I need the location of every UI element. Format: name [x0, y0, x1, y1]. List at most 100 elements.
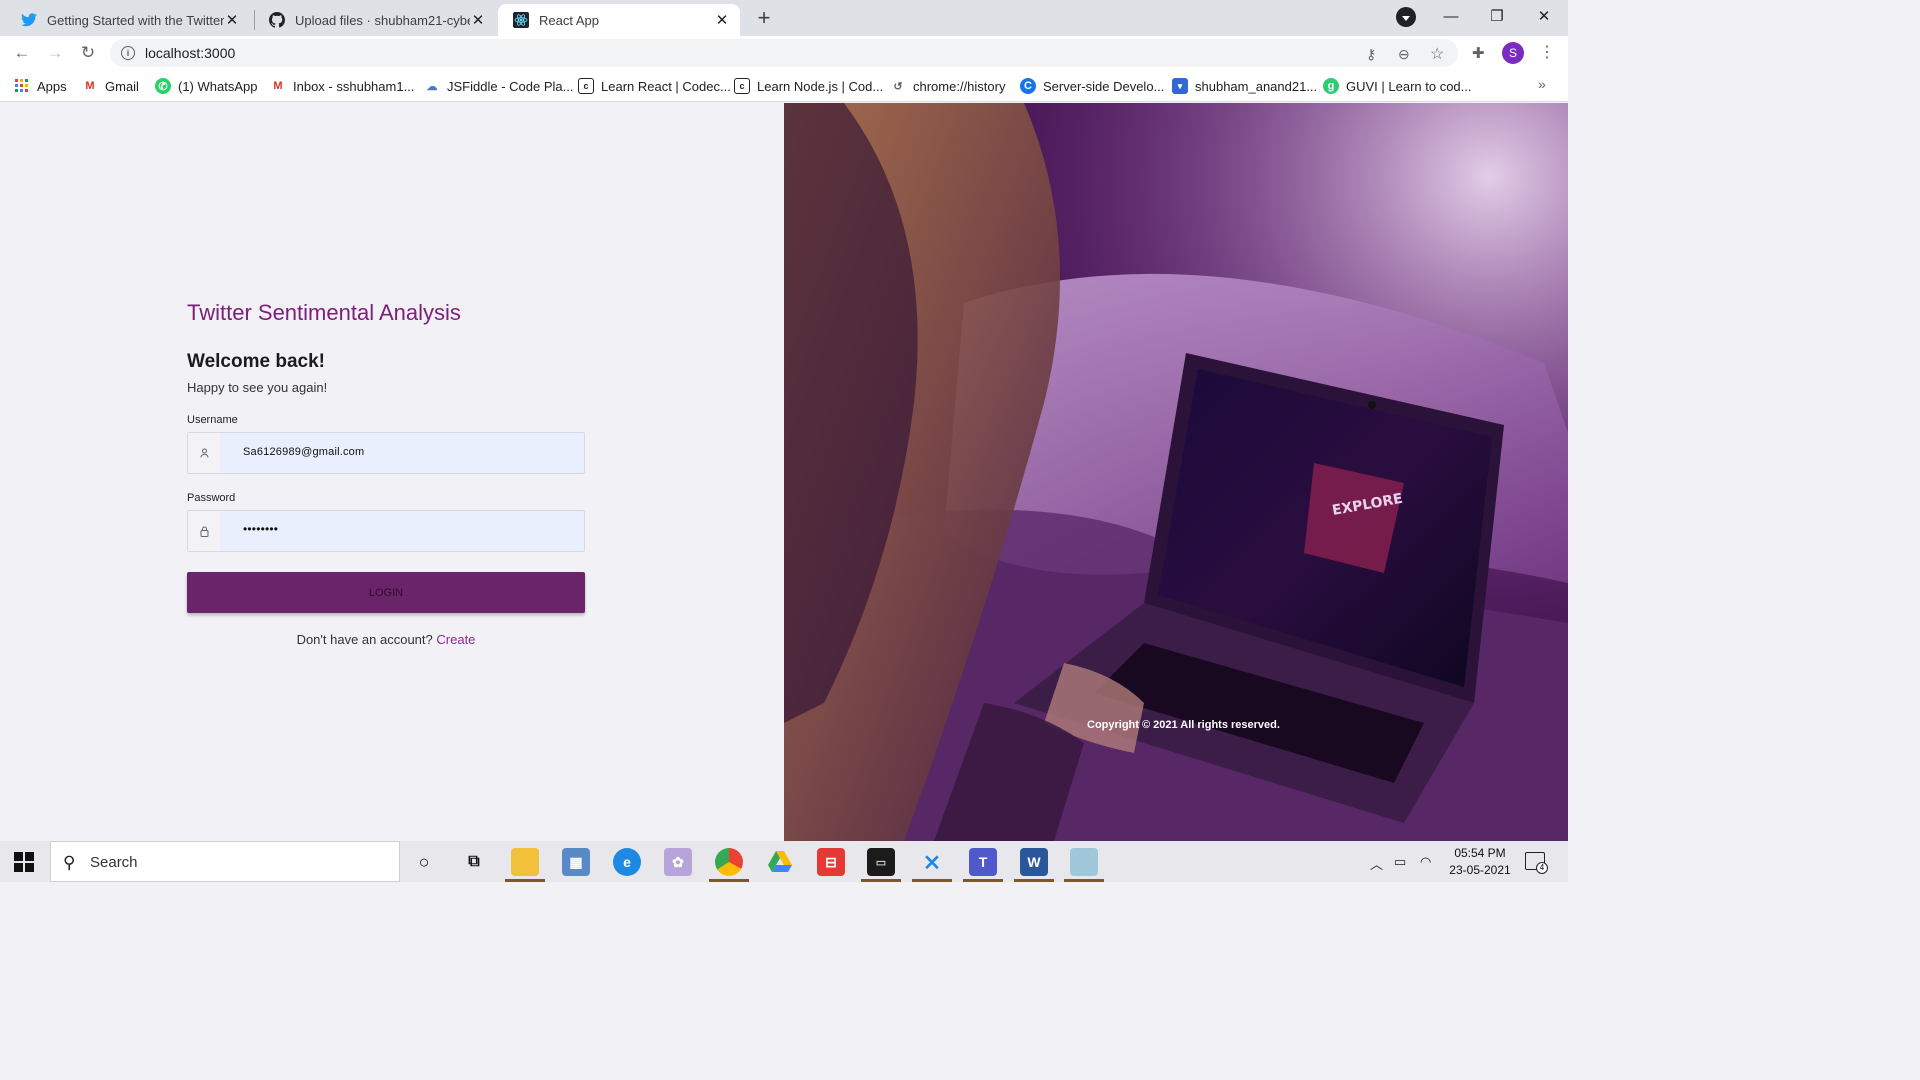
extensions-icon[interactable]: ✚	[1472, 44, 1485, 62]
bookmark-whatsapp[interactable]: ✆ (1) WhatsApp	[155, 77, 257, 95]
close-icon[interactable]: ✕	[714, 11, 730, 29]
tab-title: Getting Started with the Twitter A	[47, 12, 224, 28]
c-icon: C	[1020, 78, 1036, 94]
tab-title: React App	[539, 12, 599, 28]
bookmark-label: GUVI | Learn to cod...	[1346, 78, 1472, 94]
cortana-icon[interactable]: ○	[410, 848, 438, 876]
active-indicator	[912, 879, 952, 882]
red-app-icon[interactable]: ⊟	[817, 848, 845, 876]
chrome-icon[interactable]	[715, 848, 743, 876]
bookmark-guvi[interactable]: g GUVI | Learn to cod...	[1323, 77, 1472, 95]
login-panel: Twitter Sentimental Analysis Welcome bac…	[0, 103, 784, 841]
site-info-icon[interactable]: i	[121, 46, 135, 60]
window-close-button[interactable]: ✕	[1521, 0, 1567, 32]
wifi-icon[interactable]: ◠	[1420, 854, 1431, 870]
avatar[interactable]: S	[1502, 42, 1524, 64]
url-text[interactable]: localhost:3000	[145, 45, 235, 61]
bookmark-label: chrome://history	[913, 78, 1006, 94]
welcome-subtitle: Happy to see you again!	[187, 380, 328, 395]
chevron-right-icon[interactable]: »	[1538, 76, 1546, 92]
app-title: Twitter Sentimental Analysis	[187, 300, 461, 325]
lock-icon	[188, 511, 220, 551]
password-label: Password	[187, 492, 236, 504]
signup-text: Don't have an account?	[296, 632, 433, 647]
edge-icon[interactable]: e	[613, 848, 641, 876]
bookmark-label: (1) WhatsApp	[178, 78, 258, 94]
codecademy-icon: c	[578, 78, 594, 94]
clock-date: 23-05-2021	[1449, 863, 1511, 877]
bookmark-label: Learn React | Codec...	[601, 78, 731, 94]
battery-icon[interactable]: ▭	[1394, 854, 1406, 870]
welcome-heading: Welcome back!	[187, 351, 325, 372]
close-icon[interactable]: ✕	[470, 11, 486, 29]
password-value[interactable]: ••••••••	[243, 522, 278, 536]
taskbar-search[interactable]: ⚲ Search	[50, 841, 400, 882]
copyright-text: Copyright © 2021 All rights reserved.	[1087, 719, 1280, 731]
password-field[interactable]: ••••••••	[187, 510, 585, 552]
bookmark-label: Gmail	[105, 78, 139, 94]
key-icon[interactable]: ⚷	[1366, 46, 1376, 63]
app-icon[interactable]: ✿	[664, 848, 692, 876]
google-drive-icon[interactable]	[766, 848, 794, 876]
reload-button[interactable]: ↻	[75, 41, 101, 65]
tab-title: Upload files · shubham21-cyber/	[295, 12, 470, 28]
taskbar: ⚲ Search ○ ⧉ ▦ e ✿ ⊟ ▭ ⨯ T W ︿ ▭ ◠ 05:54…	[0, 841, 1568, 882]
new-tab-button[interactable]: +	[751, 5, 777, 31]
bookmark-history[interactable]: ↺ chrome://history	[890, 77, 1005, 95]
snip-tool-icon[interactable]	[1070, 848, 1098, 876]
search-placeholder: Search	[90, 854, 138, 871]
twitter-icon	[20, 11, 38, 29]
tab-twitter-docs[interactable]: Getting Started with the Twitter A ✕	[6, 4, 250, 36]
address-bar[interactable]: i localhost:3000 ⚷ ⊖ ☆	[110, 39, 1458, 67]
bookmark-inbox[interactable]: M Inbox - sshubham1...	[270, 77, 414, 95]
bookmark-label: Apps	[37, 78, 67, 94]
bookmark-gmail[interactable]: M Gmail	[82, 77, 139, 95]
bookmark-label: JSFiddle - Code Pla...	[447, 78, 574, 94]
bookmark-label: shubham_anand21...	[1195, 78, 1318, 94]
tab-search-icon[interactable]	[1396, 7, 1416, 27]
clock-time: 05:54 PM	[1454, 846, 1506, 860]
search-icon: ⚲	[63, 853, 76, 872]
bookmark-learn-node[interactable]: c Learn Node.js | Cod...	[734, 77, 883, 95]
word-icon[interactable]: W	[1020, 848, 1048, 876]
store-icon[interactable]: ▦	[562, 848, 590, 876]
github-icon	[268, 11, 286, 29]
bookmark-shubham[interactable]: ▾ shubham_anand21...	[1172, 77, 1317, 95]
bookmark-label: Server-side Develo...	[1043, 78, 1165, 94]
username-label: Username	[187, 414, 238, 426]
signup-prompt: Don't have an account? Create	[187, 632, 585, 647]
bookmark-apps[interactable]: Apps	[14, 77, 67, 95]
chevron-up-icon[interactable]: ︿	[1370, 854, 1383, 873]
tab-github-upload[interactable]: Upload files · shubham21-cyber/ ✕	[254, 4, 496, 36]
restore-button[interactable]: ❐	[1474, 0, 1520, 32]
bookmark-learn-react[interactable]: c Learn React | Codec...	[578, 77, 731, 95]
file-explorer-icon[interactable]	[511, 848, 539, 876]
minimize-button[interactable]: —	[1428, 0, 1474, 32]
zoom-icon[interactable]: ⊖	[1398, 46, 1410, 63]
user-icon	[188, 433, 220, 473]
guvi-icon: g	[1323, 78, 1339, 94]
bookmark-icon: ▾	[1172, 78, 1188, 94]
username-field[interactable]: Sa6126989@gmail.com	[187, 432, 585, 474]
bookmark-server-side[interactable]: C Server-side Develo...	[1020, 77, 1164, 95]
task-view-icon[interactable]: ⧉	[460, 848, 488, 876]
bookmarks-bar: Apps M Gmail ✆ (1) WhatsApp M Inbox - ss…	[0, 70, 1568, 102]
react-icon	[512, 11, 530, 29]
tab-react-app[interactable]: React App ✕	[498, 4, 740, 36]
clock[interactable]: 05:54 PM 23-05-2021	[1440, 845, 1520, 879]
windows-start-icon[interactable]	[14, 852, 34, 872]
screen: Getting Started with the Twitter A ✕ Upl…	[0, 0, 1568, 882]
star-icon[interactable]: ☆	[1430, 44, 1444, 64]
back-button[interactable]: ←	[9, 41, 35, 65]
forward-button[interactable]: →	[42, 41, 68, 65]
bookmark-jsfiddle[interactable]: ☁ JSFiddle - Code Pla...	[424, 77, 574, 95]
teams-icon[interactable]: T	[969, 848, 997, 876]
terminal-icon[interactable]: ▭	[867, 848, 895, 876]
login-button[interactable]: LOGIN	[187, 572, 585, 613]
close-icon[interactable]: ✕	[224, 11, 240, 29]
create-account-link[interactable]: Create	[436, 632, 475, 647]
page-content: Twitter Sentimental Analysis Welcome bac…	[0, 103, 1568, 841]
username-value[interactable]: Sa6126989@gmail.com	[243, 446, 364, 458]
vscode-icon[interactable]: ⨯	[918, 848, 946, 876]
menu-icon[interactable]: ⋮	[1539, 43, 1555, 63]
